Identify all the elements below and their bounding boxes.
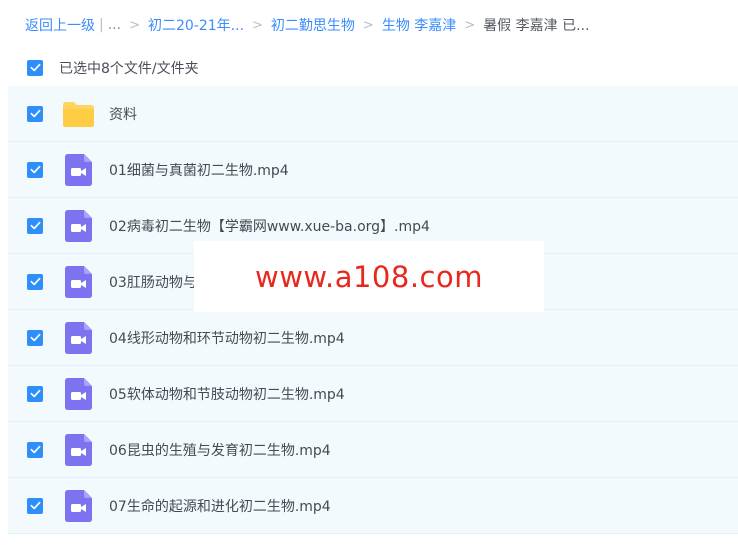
video-file-icon	[62, 321, 95, 354]
checkbox-checked-icon	[30, 165, 40, 174]
row-checkbox[interactable]	[27, 161, 43, 178]
checkbox-checked-icon	[30, 109, 40, 118]
breadcrumb-separator-icon: >	[362, 17, 374, 33]
file-row[interactable]: 资料	[8, 86, 738, 142]
file-row[interactable]: 05软体动物和节肢动物初二生物.mp4	[8, 366, 738, 422]
breadcrumb-ellipsis[interactable]: ...	[108, 17, 121, 33]
breadcrumb-separator-icon: >	[252, 17, 263, 33]
file-name[interactable]: 01细菌与真菌初二生物.mp4	[109, 160, 289, 180]
file-name[interactable]: 06昆虫的生殖与发育初二生物.mp4	[109, 440, 331, 460]
select-all-bar: 已选中8个文件/文件夹	[0, 50, 738, 85]
row-checkbox[interactable]	[27, 385, 43, 402]
row-checkbox[interactable]	[27, 273, 43, 290]
breadcrumb-item-course[interactable]: 初二勤思生物	[271, 15, 355, 35]
file-row[interactable]: 04线形动物和环节动物初二生物.mp4	[8, 310, 738, 366]
file-name[interactable]: 03肛肠动物与	[109, 272, 197, 292]
checkbox-checked-icon	[30, 389, 40, 398]
select-all-checkbox[interactable]	[27, 59, 43, 76]
checkbox-checked-icon	[30, 501, 40, 510]
video-file-icon	[62, 433, 95, 466]
checkbox-checked-icon	[30, 277, 40, 286]
row-checkbox[interactable]	[27, 105, 43, 122]
checkbox-checked-icon	[30, 63, 40, 72]
file-name[interactable]: 资料	[109, 104, 137, 124]
video-file-icon	[62, 153, 95, 186]
file-name[interactable]: 05软体动物和节肢动物初二生物.mp4	[109, 384, 345, 404]
breadcrumb: 返回上一级 | ... > 初二20-21年... > 初二勤思生物 > 生物 …	[0, 0, 738, 50]
selection-count-label: 已选中8个文件/文件夹	[59, 60, 199, 77]
checkbox-checked-icon	[30, 445, 40, 454]
folder-icon	[62, 97, 95, 130]
file-row[interactable]: 01细菌与真菌初二生物.mp4	[8, 142, 738, 198]
row-checkbox[interactable]	[27, 497, 43, 514]
file-name[interactable]: 07生命的起源和进化初二生物.mp4	[109, 496, 331, 516]
file-row[interactable]: 06昆虫的生殖与发育初二生物.mp4	[8, 422, 738, 478]
video-file-icon	[62, 489, 95, 522]
breadcrumb-separator-icon: >	[129, 17, 140, 33]
file-name[interactable]: 04线形动物和环节动物初二生物.mp4	[109, 328, 345, 348]
breadcrumb-current: 暑假 李嘉津 已...	[483, 18, 590, 34]
row-checkbox[interactable]	[27, 217, 43, 234]
checkbox-checked-icon	[30, 333, 40, 342]
breadcrumb-separator-icon: >	[464, 17, 476, 33]
video-file-icon	[62, 377, 95, 410]
watermark-overlay: www.a108.com	[194, 241, 544, 312]
breadcrumb-divider: |	[99, 17, 104, 33]
file-name[interactable]: 02病毒初二生物【学霸网www.xue-ba.org】.mp4	[109, 216, 430, 236]
row-checkbox[interactable]	[27, 441, 43, 458]
breadcrumb-back-link[interactable]: 返回上一级	[25, 15, 95, 35]
file-row[interactable]: 07生命的起源和进化初二生物.mp4	[8, 478, 738, 534]
row-checkbox[interactable]	[27, 329, 43, 346]
breadcrumb-item-teacher[interactable]: 生物 李嘉津	[382, 15, 456, 35]
breadcrumb-item-grade[interactable]: 初二20-21年...	[148, 15, 244, 35]
video-file-icon	[62, 209, 95, 242]
video-file-icon	[62, 265, 95, 298]
checkbox-checked-icon	[30, 221, 40, 230]
